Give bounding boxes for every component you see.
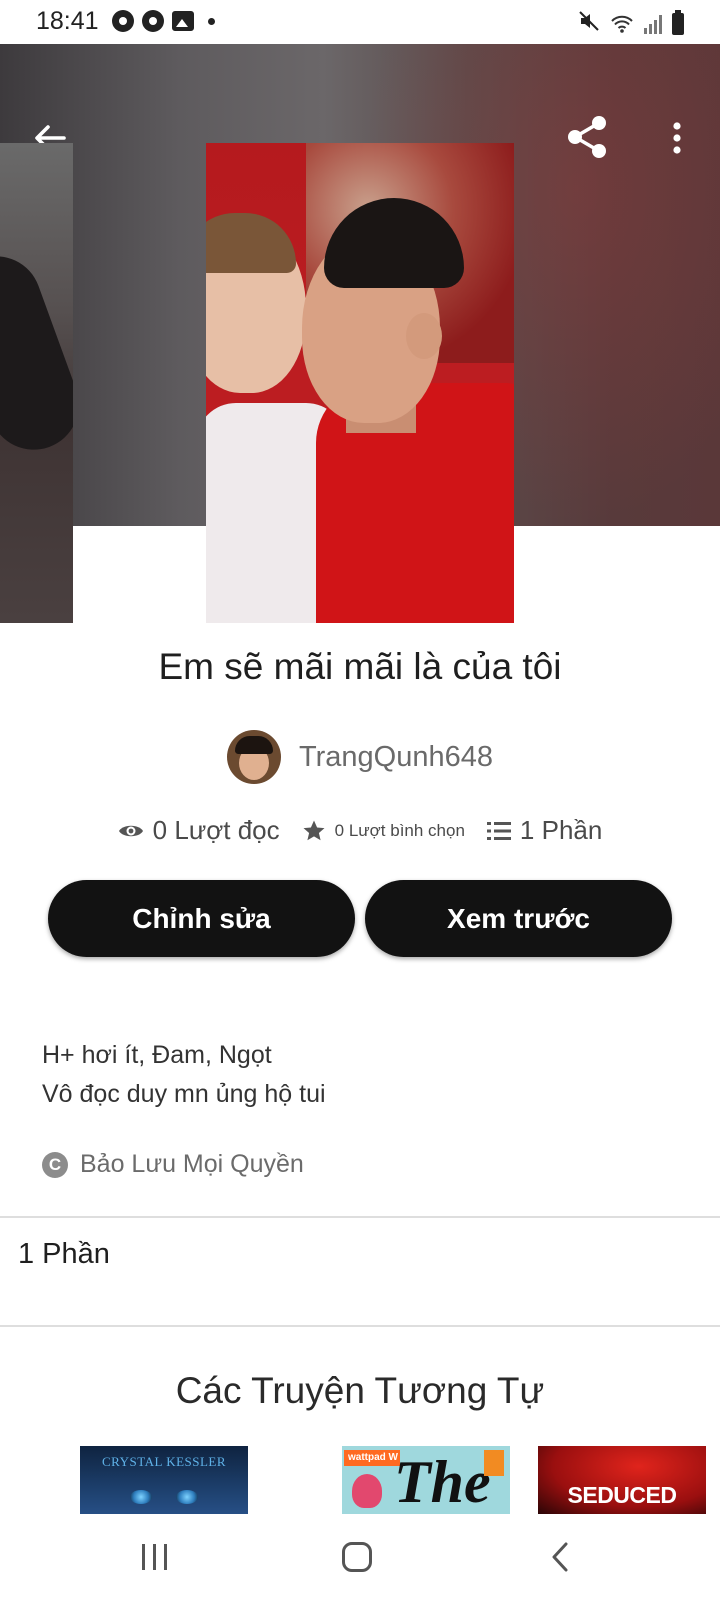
notification-dot-icon [208, 17, 215, 25]
cover-title: The [394, 1449, 491, 1514]
previous-story-cover[interactable] [0, 143, 73, 623]
votes-stat: 0 Lượt bình chọn [302, 819, 465, 843]
copyright-text: Bảo Lưu Mọi Quyền [80, 1150, 304, 1178]
similar-story-cover[interactable]: CRYSTAL KESSLER [80, 1446, 248, 1514]
share-icon [568, 116, 606, 158]
share-button[interactable] [564, 114, 610, 160]
wattpad-badge: wattpad W [344, 1450, 400, 1466]
more-options-button[interactable] [662, 118, 692, 158]
eye-icon [118, 825, 143, 836]
description-line: H+ hơi ít, Đam, Ngọt [42, 1041, 272, 1069]
similar-story-cover[interactable]: wattpad W The [342, 1446, 510, 1514]
parts-stat-count: 1 Phần [519, 815, 603, 845]
copyright-notice: C Bảo Lưu Mọi Quyền [42, 1150, 304, 1179]
author-link[interactable]: TrangQunh648 [0, 730, 720, 784]
similar-stories-list: CRYSTAL KESSLER wattpad W The SEDUCED [0, 1446, 720, 1514]
home-icon[interactable] [342, 1542, 372, 1572]
author-name[interactable]: TrangQunh648 [299, 741, 493, 774]
similar-stories-heading: Các Truyện Tương Tự [175, 1370, 545, 1411]
back-icon[interactable] [548, 1540, 572, 1574]
reads-stat: 0 Lượt đọc [118, 815, 280, 846]
similar-story-cover[interactable]: SEDUCED [538, 1446, 706, 1514]
preview-button[interactable]: Xem trước [365, 880, 672, 957]
divider [0, 1325, 720, 1327]
status-time: 18:41 [36, 7, 99, 35]
action-buttons: Chỉnh sửa Xem trước [48, 880, 672, 957]
star-icon [303, 820, 325, 840]
votes-count: 0 Lượt bình chọn [334, 820, 465, 840]
edit-button[interactable]: Chỉnh sửa [48, 880, 355, 957]
recent-apps-icon[interactable] [142, 1544, 172, 1572]
system-navigation-bar [0, 1514, 720, 1600]
status-right-icons [578, 9, 684, 37]
signal-icon [644, 14, 662, 34]
divider [0, 1216, 720, 1218]
story-stats: 0 Lượt đọc 0 Lượt bình chọn 1 Phần [0, 815, 720, 846]
cover-title: SEDUCED [567, 1482, 677, 1508]
list-icon [486, 821, 511, 840]
bliss-logo [484, 1450, 504, 1476]
description-line: Vô đọc duy mn ủng hộ tui [42, 1080, 326, 1108]
author-avatar[interactable] [226, 730, 281, 784]
status-left-icons [112, 10, 215, 32]
battery-icon [672, 9, 684, 35]
story-title: Em sẽ mãi mãi là của tôi [158, 646, 562, 687]
story-cover [206, 143, 514, 623]
gallery-icon [172, 11, 194, 31]
mute-icon [578, 10, 600, 37]
reads-count: 0 Lượt đọc [152, 815, 280, 845]
cover-title: CRYSTAL KESSLER [101, 1454, 227, 1469]
chrome-icon [112, 10, 134, 32]
story-description: H+ hơi ít, Đam, Ngọt Vô đọc duy mn ủng h… [42, 1036, 326, 1114]
table-of-contents-header[interactable]: 1 Phần [18, 1238, 110, 1271]
wifi-icon [610, 14, 634, 34]
status-bar: 18:41 [0, 0, 720, 44]
chrome-icon [142, 10, 164, 32]
copyright-icon: C [42, 1151, 68, 1178]
parts-stat: 1 Phần [486, 815, 603, 846]
more-vertical-icon [673, 122, 681, 154]
